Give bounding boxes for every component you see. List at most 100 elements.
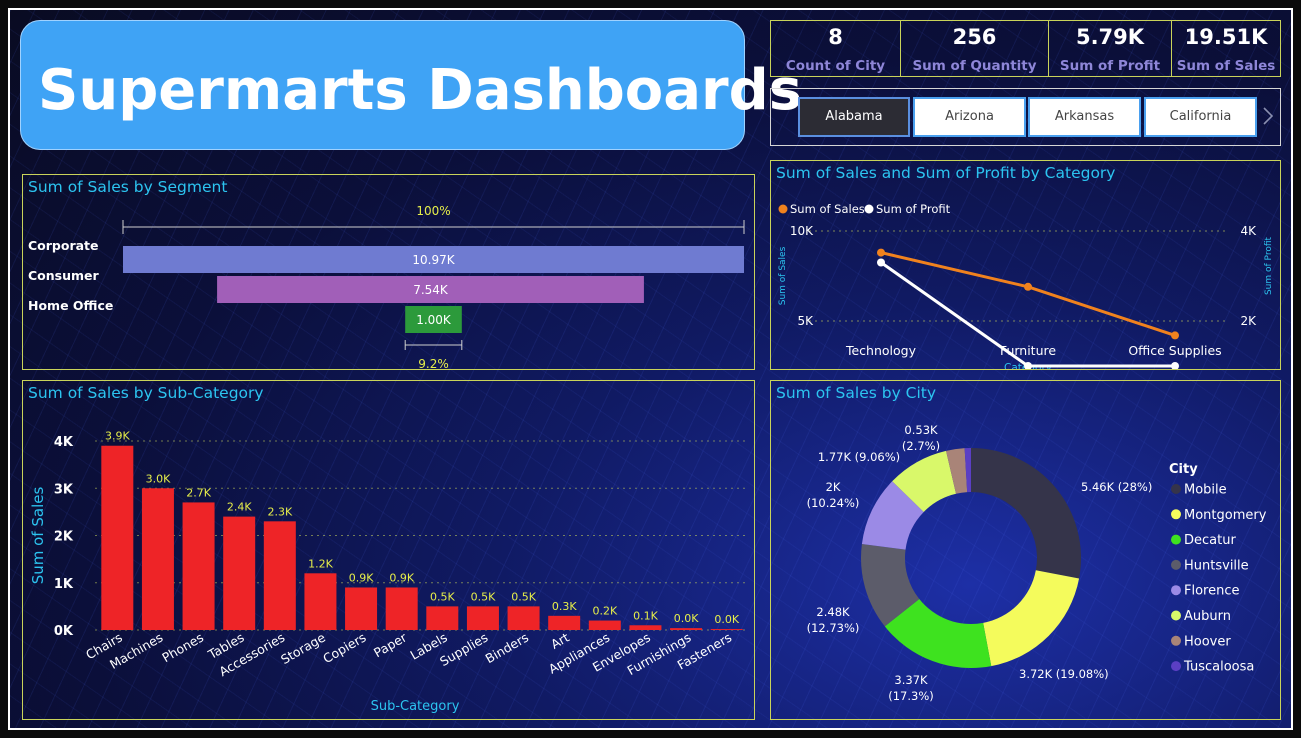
y-axis-title-right: Sum of Profit <box>1264 237 1274 296</box>
kpi-label: Sum of Sales <box>1176 58 1276 74</box>
legend-marker <box>1171 509 1181 520</box>
subcategory-bar <box>629 625 662 630</box>
donut-data-label: 1.77K (9.06%) <box>818 450 900 464</box>
slicer-option-arizona[interactable]: Arizona <box>913 97 1026 137</box>
donut-data-label: 0.53K (2.7%) <box>902 423 940 453</box>
subcategory-bar <box>101 445 134 630</box>
kpi-value: 8 <box>828 25 843 49</box>
right-tick-label: 2K <box>1240 314 1257 328</box>
kpi-value: 5.79K <box>1075 25 1145 49</box>
subcategory-bar <box>141 488 174 630</box>
legend-marker <box>864 204 874 214</box>
kpi-count-of-city: 8 Count of City <box>770 20 901 77</box>
kpi-value: 19.51K <box>1184 25 1268 49</box>
kpi-label: Sum of Profit <box>1059 58 1161 74</box>
right-tick-label: 4K <box>1240 224 1257 238</box>
subcategory-bar <box>304 573 337 630</box>
left-tick-label: 10K <box>790 224 814 238</box>
slicer-option-arkansas[interactable]: Arkansas <box>1028 97 1141 137</box>
legend-label: Tuscaloosa <box>1183 660 1254 675</box>
subcategory-bar <box>182 502 215 630</box>
donut-data-label: 2.48K (12.73%) <box>807 605 860 635</box>
bar-data-label: 1.2K <box>308 557 333 570</box>
segment-panel: Sum of Sales by Segment 100% Corporate 10… <box>22 174 755 370</box>
subcategory-bar <box>223 516 256 630</box>
donut-data-label: 5.46K (28%) <box>1081 480 1152 494</box>
city-chart: 5.46K (28%) 3.72K (19.08%) 3.37K (17.3%) 2.4… <box>807 423 1267 703</box>
segment-data-label: 1.00K <box>416 313 452 327</box>
bar-data-label: 3.9K <box>105 430 130 443</box>
bar-data-label: 0.0K <box>714 613 739 626</box>
subcategory-tick-label: Art <box>548 630 572 652</box>
y-axis-title: Sum of Sales <box>778 246 788 305</box>
legend-marker <box>778 204 788 214</box>
chevron-right-icon[interactable] <box>1261 104 1275 128</box>
kpi-label: Count of City <box>785 58 886 74</box>
segment-chart: 100% Corporate 10.97K Consumer 7.54K Home Of… <box>28 204 745 369</box>
y-tick-label: 1K <box>54 577 74 592</box>
bar-data-label: 2.7K <box>186 486 211 499</box>
bar-data-label: 2.4K <box>227 501 252 514</box>
annotation-top: 100% <box>416 204 450 218</box>
y-axis-title: Sum of Sales <box>29 487 47 585</box>
subcategory-tick-label: Copiers <box>320 630 368 667</box>
category-panel: Sum of Sales and Sum of Profit by Catego… <box>770 160 1281 370</box>
legend-label: Sum of Sales <box>790 202 865 216</box>
segment-label: Corporate <box>28 238 99 253</box>
bar-data-label: 0.2K <box>592 605 617 618</box>
subcategory-panel: Sum of Sales by Sub-Category 0K 1K 2K 3K 4K … <box>22 380 755 720</box>
series-point <box>877 258 885 267</box>
donut-data-label: 2K (10.24%) <box>807 480 860 510</box>
legend-label: Sum of Profit <box>876 202 951 216</box>
y-tick-label: 0K <box>54 624 74 639</box>
dashboard-canvas: Supermarts Dashboards 8 Count of City 25… <box>8 8 1293 730</box>
legend-marker <box>1171 559 1181 570</box>
kpi-label: Sum of Quantity <box>912 58 1037 74</box>
x-axis-title: Sub-Category <box>371 699 460 714</box>
series-point <box>1171 331 1179 340</box>
bar-data-label: 3.0K <box>146 472 171 485</box>
kpi-sum-of-sales: 19.51K Sum of Sales <box>1171 20 1281 77</box>
donut-data-label: 3.37K (17.3%) <box>888 673 934 703</box>
subcategory-bar <box>426 606 459 630</box>
subcategory-bar <box>588 620 621 630</box>
subcategory-bar <box>466 606 499 630</box>
subcategory-bar <box>548 615 581 630</box>
category-tick-label: Office Supplies <box>1128 343 1221 358</box>
legend-marker <box>1171 484 1181 494</box>
legend-label: Montgomery <box>1184 508 1267 523</box>
subcategory-bar <box>507 606 540 630</box>
legend-label: Auburn <box>1184 609 1231 624</box>
kpi-sum-of-profit: 5.79K Sum of Profit <box>1048 20 1172 77</box>
bar-data-label: 0.9K <box>349 571 374 584</box>
subcategory-bar <box>263 521 296 630</box>
series-point <box>1171 362 1179 369</box>
legend-label: Mobile <box>1184 483 1227 498</box>
subcategory-chart: 0K 1K 2K 3K 4K 3.9K 3.0K 2.7K 2.4K 2.3K 1.2K 0.9K 0… <box>29 430 745 714</box>
legend-marker <box>1171 585 1181 596</box>
legend-label: Huntsville <box>1184 558 1249 573</box>
series-point <box>877 248 885 257</box>
legend-marker <box>1171 610 1181 621</box>
bar-data-label: 0.1K <box>633 609 658 622</box>
segment-data-label: 10.97K <box>412 253 455 267</box>
legend-label: Florence <box>1184 584 1240 599</box>
y-tick-label: 3K <box>54 482 74 497</box>
bar-data-label: 0.9K <box>389 571 414 584</box>
legend-label: Decatur <box>1184 533 1236 548</box>
donut-slice <box>971 448 1081 579</box>
bar-data-label: 2.3K <box>267 505 292 518</box>
slicer-option-california[interactable]: California <box>1144 97 1257 137</box>
subcategory-tick-label: Phones <box>159 630 206 666</box>
city-panel: Sum of Sales by City 5.46K (28%) 3.72K (1… <box>770 380 1281 720</box>
dashboard-title: Supermarts Dashboards <box>38 58 803 123</box>
subcategory-tick-label: Paper <box>371 629 410 660</box>
kpi-value: 256 <box>952 25 997 49</box>
y-tick-label: 2K <box>54 530 74 545</box>
segment-label: Home Office <box>28 298 113 313</box>
bar-data-label: 0.0K <box>674 612 699 625</box>
legend-marker <box>1171 534 1181 545</box>
category-tick-label: Technology <box>845 343 917 358</box>
legend-marker <box>1171 661 1181 672</box>
slicer-option-alabama[interactable]: Alabama <box>798 97 910 137</box>
